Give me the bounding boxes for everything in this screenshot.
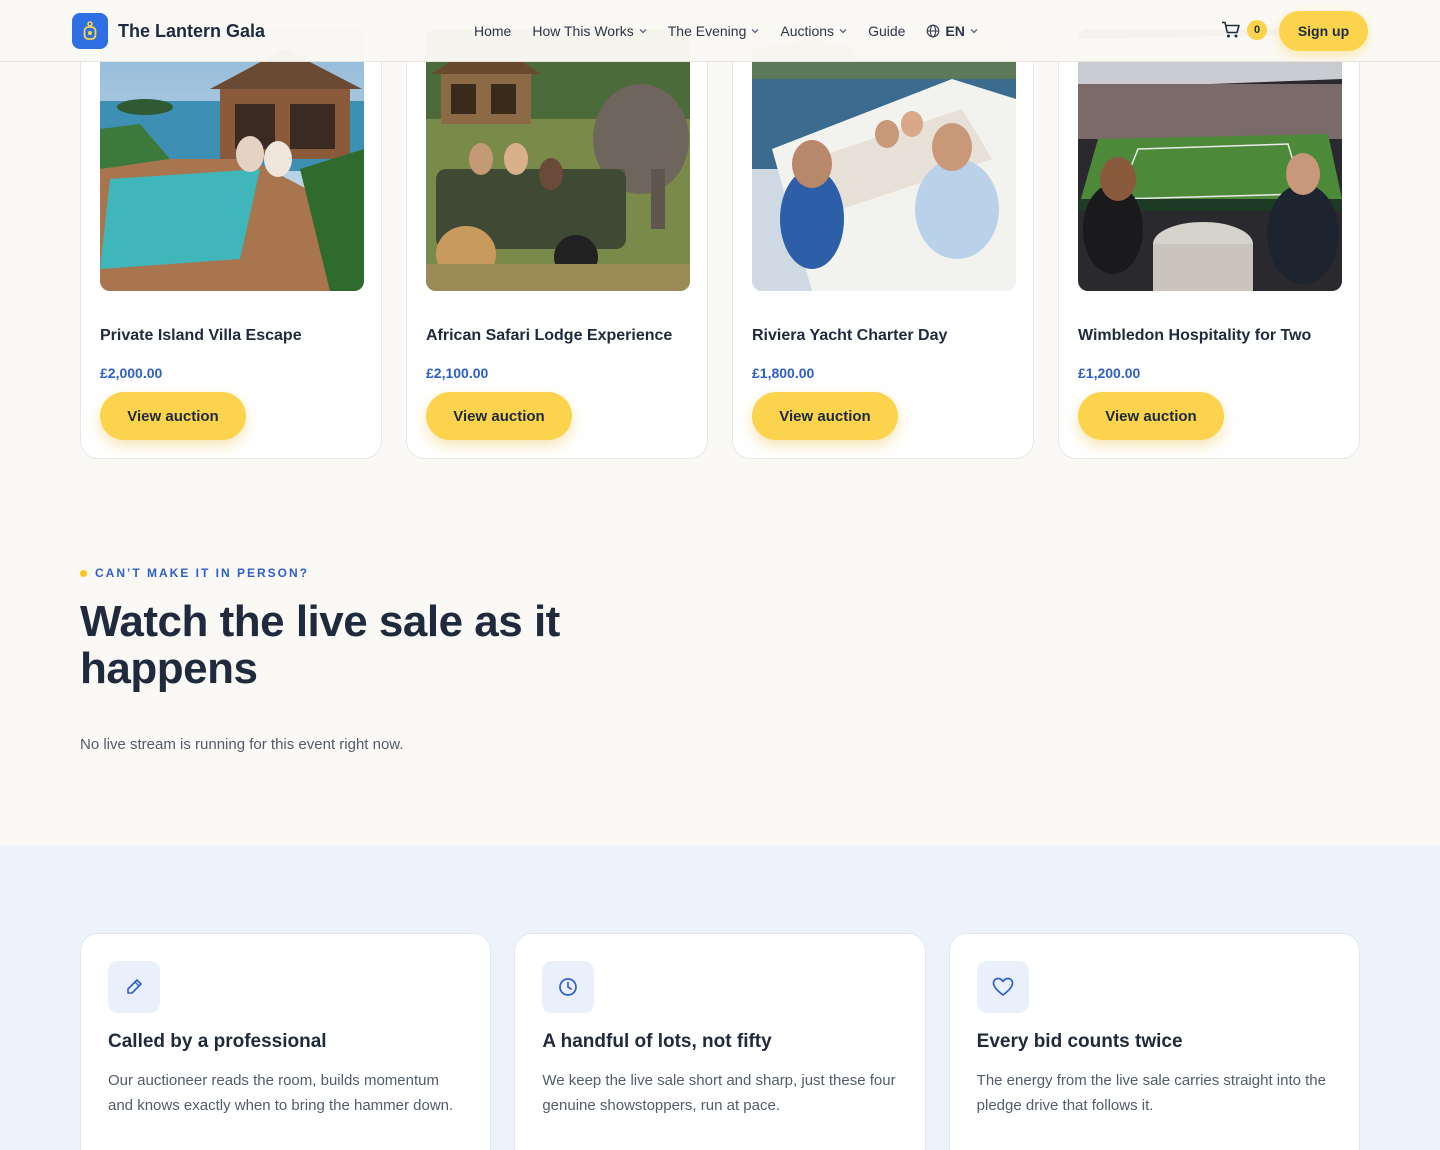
safari-jeep-photo	[426, 29, 690, 291]
view-auction-button[interactable]: View auction	[426, 392, 572, 440]
live-stream-status: No live stream is running for this event…	[80, 736, 404, 753]
menu-item-auctions[interactable]: Auctions	[780, 23, 847, 39]
cart-icon	[1222, 21, 1240, 38]
auction-lots: Private Island Villa Escape £2,000.00 Vi…	[80, 0, 1360, 459]
menu-label: How This Works	[532, 23, 634, 39]
lot-title: Riviera Yacht Charter Day	[752, 327, 948, 344]
lot-card: Wimbledon Hospitality for Two £1,200.00 …	[1058, 0, 1360, 459]
heart-icon	[976, 961, 1029, 1013]
lot-card: Private Island Villa Escape £2,000.00 Vi…	[80, 0, 382, 459]
lot-card: African Safari Lodge Experience £2,100.0…	[406, 0, 708, 459]
menu-item-the-evening[interactable]: The Evening	[668, 23, 760, 39]
menu-label: The Evening	[667, 23, 747, 39]
feature-body: The energy from the live sale carries st…	[976, 1072, 1326, 1114]
top-navigation: The Lantern Gala Home How This Works The…	[0, 0, 1440, 62]
lot-price: £1,800.00	[752, 365, 815, 381]
lot-price: £2,000.00	[100, 365, 163, 381]
menu-label: Auctions	[780, 23, 835, 39]
yacht-deck-photo	[752, 29, 1016, 291]
lot-card: Riviera Yacht Charter Day £1,800.00 View…	[732, 0, 1034, 459]
pen-icon	[108, 961, 160, 1013]
globe-icon	[927, 24, 940, 38]
live-eyebrow: CAN’T MAKE IT IN PERSON?	[80, 566, 309, 580]
cart-button[interactable]: 0	[1221, 20, 1267, 40]
villa-pool-photo	[100, 29, 364, 291]
chevron-down-icon	[639, 29, 647, 34]
view-auction-button[interactable]: View auction	[1078, 392, 1224, 440]
sign-up-button[interactable]: Sign up	[1279, 11, 1368, 51]
brand-link[interactable]: The Lantern Gala	[72, 13, 265, 49]
view-auction-button[interactable]: View auction	[100, 392, 246, 440]
menu-item-how-this-works[interactable]: How This Works	[532, 23, 647, 39]
lot-price: £2,100.00	[426, 365, 489, 381]
feature-title: Every bid counts twice	[976, 1031, 1183, 1052]
feature-body: Our auctioneer reads the room, builds mo…	[108, 1072, 454, 1114]
live-section-title: Watch the live sale as it happens	[80, 597, 560, 693]
lot-title: African Safari Lodge Experience	[426, 327, 673, 344]
chevron-down-icon	[839, 29, 847, 34]
menu-label: Guide	[868, 23, 906, 39]
lot-title: Private Island Villa Escape	[100, 327, 302, 344]
language-selector[interactable]: EN	[926, 23, 978, 39]
main-menu: Home How This Works The Evening Auctions…	[474, 0, 978, 62]
menu-label: Home	[474, 23, 512, 39]
eyebrow-dot	[80, 569, 87, 577]
brand-name: The Lantern Gala	[118, 20, 266, 41]
view-auction-button[interactable]: View auction	[752, 392, 898, 440]
chevron-down-icon	[751, 29, 759, 34]
menu-item-guide[interactable]: Guide	[868, 23, 905, 39]
tennis-box-photo	[1078, 29, 1342, 291]
feature-card: Called by a professional Our auctioneer …	[80, 933, 492, 1150]
language-code: EN	[945, 23, 965, 39]
feature-card: Every bid counts twice The energy from t…	[948, 933, 1360, 1150]
feature-cards: Called by a professional Our auctioneer …	[80, 933, 1360, 1150]
lot-price: £1,200.00	[1078, 365, 1141, 381]
lot-title: Wimbledon Hospitality for Two	[1078, 327, 1312, 344]
feature-title: A handful of lots, not fifty	[542, 1031, 772, 1052]
lantern-logo-icon	[72, 13, 108, 49]
cart-count-badge: 0	[1247, 20, 1267, 40]
eyebrow-text: CAN’T MAKE IT IN PERSON?	[95, 566, 310, 580]
feature-card: A handful of lots, not fifty We keep the…	[514, 933, 926, 1150]
clock-icon	[542, 961, 595, 1013]
chevron-down-icon	[970, 29, 978, 34]
menu-item-home[interactable]: Home	[474, 23, 511, 39]
feature-title: Called by a professional	[108, 1031, 327, 1052]
feature-body: We keep the live sale short and sharp, j…	[542, 1072, 896, 1114]
